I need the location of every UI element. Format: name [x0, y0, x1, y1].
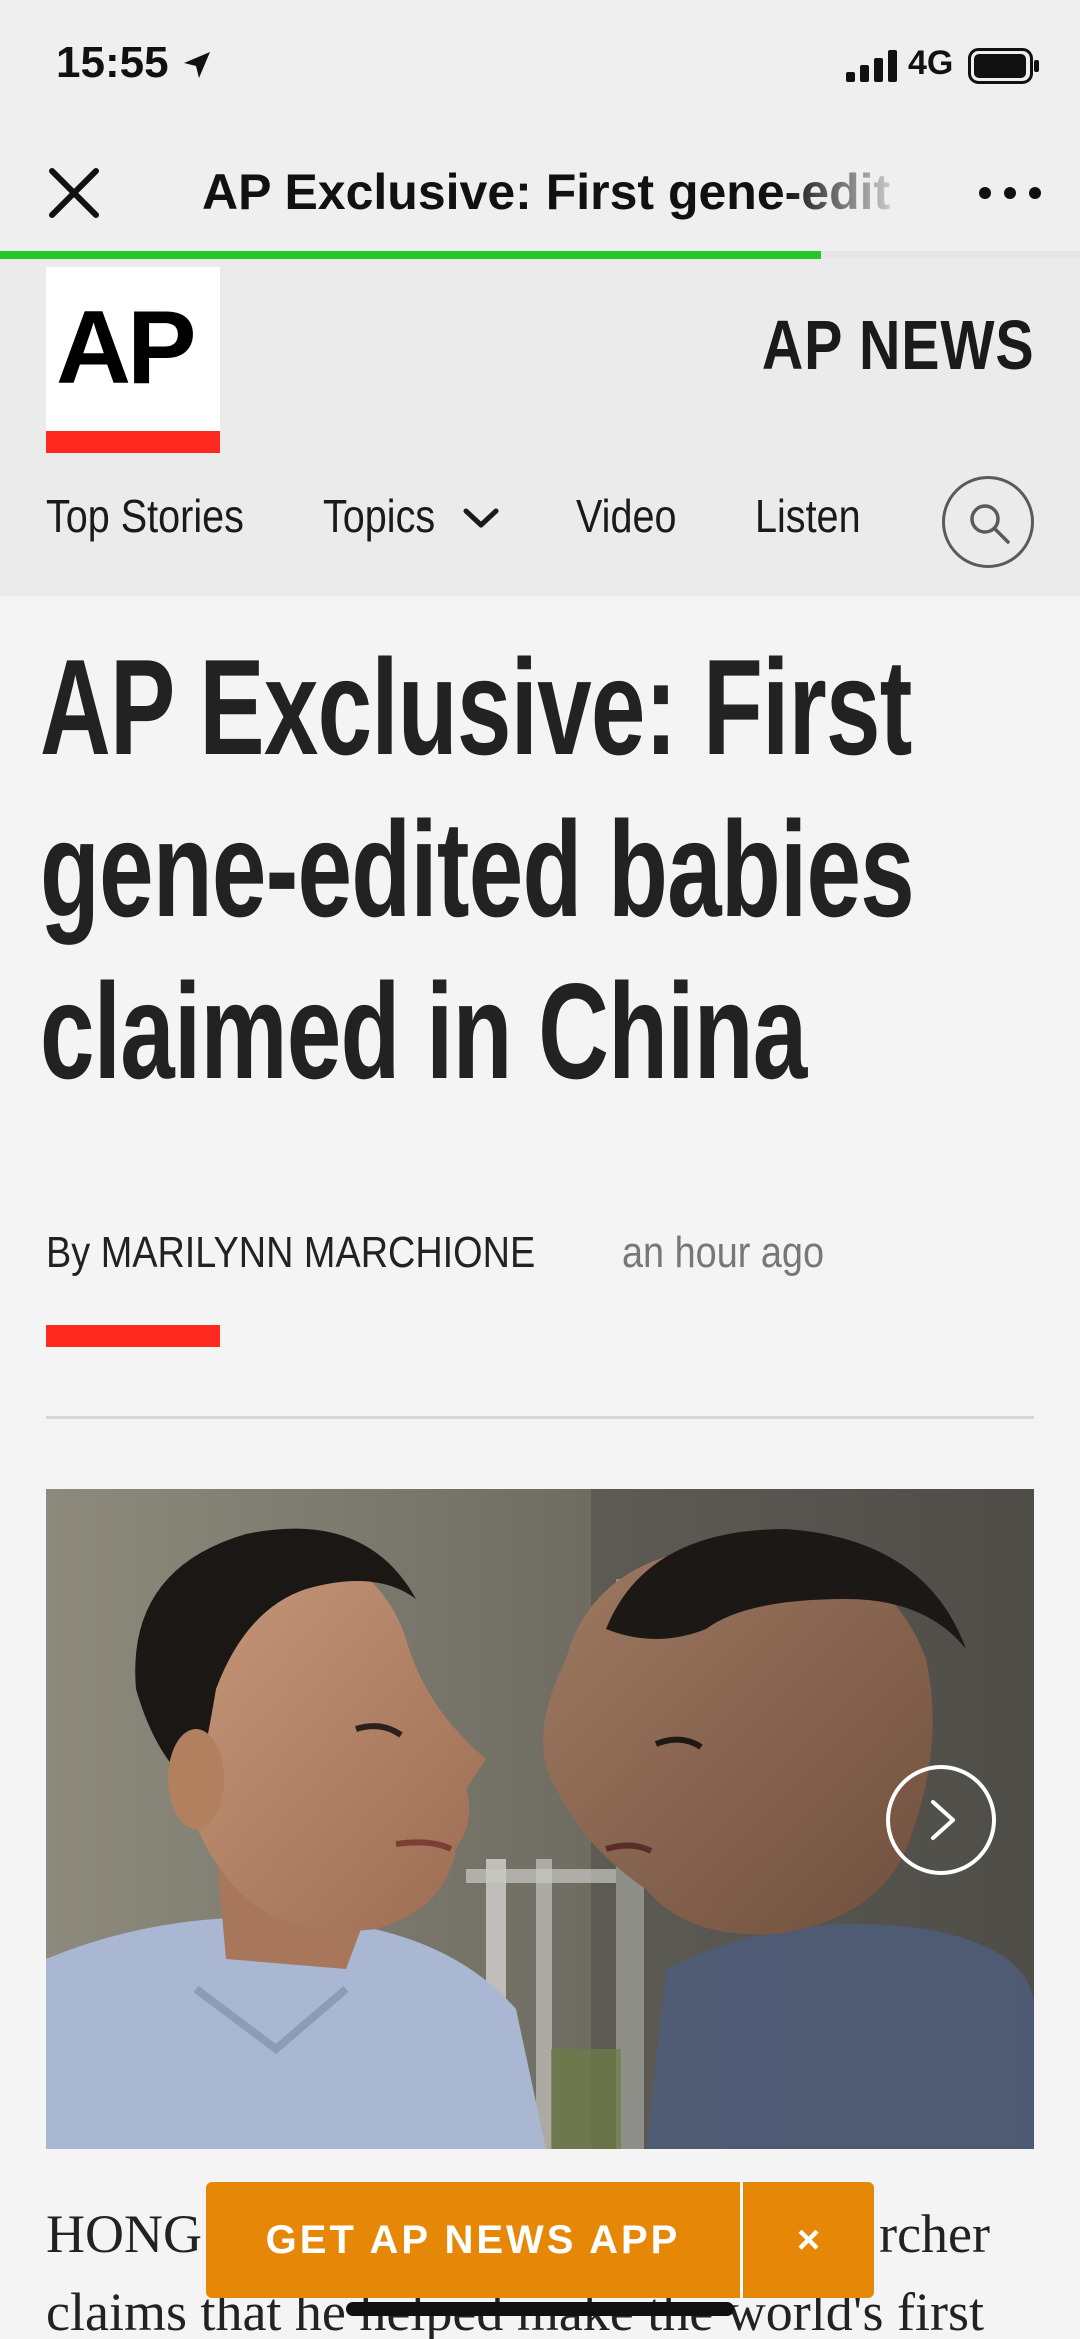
body-line-1-end: rcher — [879, 2204, 990, 2264]
ap-logo-text: AP — [56, 290, 196, 406]
red-accent-rule — [46, 1325, 220, 1347]
status-bar: 15:55 4G — [0, 0, 1080, 135]
site-header: AP AP NEWS Top Stories Topics Video List… — [0, 259, 1080, 596]
byline-prefix: By — [46, 1228, 91, 1277]
close-icon[interactable] — [44, 163, 104, 223]
nav-listen[interactable]: Listen — [755, 489, 861, 543]
get-app-button[interactable]: GET AP NEWS APP — [206, 2182, 740, 2298]
get-app-banner: GET AP NEWS APP × — [206, 2182, 874, 2298]
in-app-browser-bar: AP Exclusive: First gene-edit — [0, 135, 1080, 255]
chevron-down-icon[interactable] — [462, 505, 500, 531]
browser-page-title: AP Exclusive: First gene-edit — [202, 164, 891, 220]
gallery-next-button[interactable] — [886, 1765, 996, 1875]
status-time: 15:55 — [56, 38, 169, 87]
ap-logo[interactable]: AP — [46, 267, 220, 453]
location-arrow-icon — [184, 52, 210, 78]
banner-close-button[interactable]: × — [743, 2182, 874, 2298]
article-timestamp: an hour ago — [622, 1228, 824, 1277]
page-load-progress — [0, 251, 1080, 259]
battery-icon — [968, 48, 1039, 84]
chevron-right-icon — [931, 1800, 955, 1840]
nav-top-stories[interactable]: Top Stories — [46, 489, 244, 543]
divider — [46, 1416, 1034, 1419]
search-button[interactable] — [942, 476, 1034, 568]
byline: By MARILYNN MARCHIONE — [46, 1228, 535, 1278]
more-dots-icon[interactable] — [975, 175, 1045, 211]
nav-video[interactable]: Video — [576, 489, 676, 543]
nav-topics[interactable]: Topics — [323, 489, 435, 543]
author-name[interactable]: MARILYNN MARCHIONE — [101, 1228, 536, 1277]
page-load-progress-fill — [0, 251, 821, 259]
search-icon — [970, 504, 1010, 544]
article-headline: AP Exclusive: First gene-edited babies c… — [40, 631, 915, 1107]
ap-logo-red-bar — [46, 431, 220, 453]
network-type: 4G — [908, 44, 954, 82]
body-line-1-start: HONG — [46, 2204, 202, 2264]
signal-bars-icon — [846, 50, 897, 82]
brand-title[interactable]: AP NEWS — [761, 305, 1034, 385]
home-indicator — [346, 2302, 734, 2316]
